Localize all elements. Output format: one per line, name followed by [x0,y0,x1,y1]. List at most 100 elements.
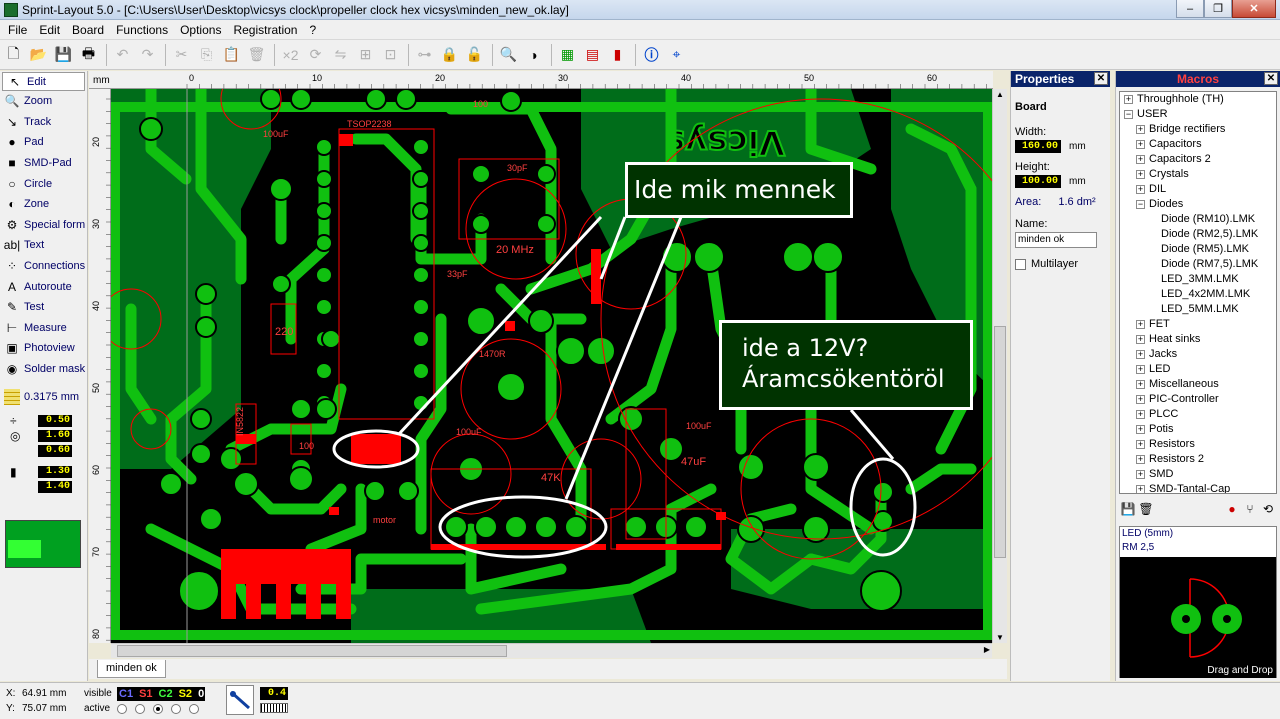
board-tab[interactable]: minden ok [97,660,166,678]
copy-icon[interactable]: ⎘ [195,43,218,66]
macro-tree-item[interactable]: − USER [1120,107,1276,122]
record-macro-icon[interactable]: ● [1223,500,1241,518]
print-icon[interactable]: 🖶 [77,43,100,66]
undo-icon[interactable]: ↶ [111,43,134,66]
macro-tree-item[interactable]: + LED [1120,362,1276,377]
expand-icon[interactable]: + [1136,380,1145,389]
expand-icon[interactable]: + [1136,485,1145,493]
crosshair-icon[interactable]: ⌖ [665,43,688,66]
macro-tree-item[interactable]: LED_5MM.LMK [1120,302,1276,317]
refresh-macro-icon[interactable]: ⟲ [1259,500,1277,518]
tool-text[interactable]: ab| Text [0,235,87,256]
tool-measure[interactable]: ⊢ Measure [0,318,87,339]
macro-tree-item[interactable]: + SMD-Tantal-Cap [1120,482,1276,493]
snap-icon[interactable] [226,685,254,715]
tool-track[interactable]: ↘ Track [0,112,87,133]
tool-edit[interactable]: ↖ Edit [2,72,85,91]
expand-icon[interactable]: + [1136,470,1145,479]
board-width-input[interactable]: 160.00 [1015,140,1061,153]
close-button[interactable]: ✕ [1232,0,1276,18]
expand-icon[interactable]: + [1136,170,1145,179]
macro-tree-item[interactable]: Diode (RM2,5).LMK [1120,227,1276,242]
macro-tree-item[interactable]: Diode (RM10).LMK [1120,212,1276,227]
new-file-icon[interactable]: 🗋 [2,43,25,66]
save-macro-icon[interactable]: 💾 [1119,500,1137,518]
tool-smd-pad[interactable]: ■ SMD-Pad [0,153,87,174]
tool-connections[interactable]: ⁘ Connections [0,256,87,277]
pcb-canvas[interactable]: Vicsys 100uF TSOP2238 100 30pF 20 MHz 33… [111,89,992,643]
board-name-input[interactable]: minden ok [1015,232,1097,248]
gerber-icon[interactable]: ▦ [556,43,579,66]
tool-test[interactable]: ✎ Test [0,297,87,318]
menu-options[interactable]: Options [174,23,227,37]
macro-tree-item[interactable]: + Heat sinks [1120,332,1276,347]
macro-tree-item[interactable]: + Miscellaneous [1120,377,1276,392]
expand-icon[interactable]: + [1136,350,1145,359]
grid-setting[interactable]: 0.3175 mm [0,387,87,407]
multilayer-checkbox[interactable] [1015,258,1026,270]
close-properties-icon[interactable]: ✕ [1094,72,1108,85]
group-icon[interactable]: ⊡ [379,43,402,66]
macro-tree-item[interactable]: + PIC-Controller [1120,392,1276,407]
collapse-icon[interactable]: − [1136,200,1145,209]
expand-icon[interactable]: + [1136,425,1145,434]
tool-zone[interactable]: ◐ Zone [0,194,87,215]
expand-icon[interactable]: + [1136,410,1145,419]
macro-tree-item[interactable]: + Potis [1120,422,1276,437]
macro-tree-item[interactable]: Diode (RM5).LMK [1120,242,1276,257]
layer-color-preview[interactable] [5,520,81,568]
duplicate-icon[interactable]: ×2 [279,43,302,66]
macro-tree-item[interactable]: + Capacitors 2 [1120,152,1276,167]
macro-tree-item[interactable]: + Throughhole (TH) [1120,92,1276,107]
active-radio-o[interactable] [189,704,199,714]
connect-icon[interactable]: ⊶ [413,43,436,66]
macro-tree-item[interactable]: + PLCC [1120,407,1276,422]
macro-tree-item[interactable]: − Diodes [1120,197,1276,212]
drc-icon[interactable]: ▤ [581,43,604,66]
vertical-scroll-thumb[interactable] [994,326,1006,558]
tool-zoom[interactable]: 🔍 Zoom [0,91,87,112]
active-radio-s2[interactable] [171,704,181,714]
macro-tree-item[interactable]: + Bridge rectifiers [1120,122,1276,137]
layer-c2[interactable]: C2 [159,688,173,700]
menu-registration[interactable]: Registration [227,23,303,37]
smd-height-value[interactable]: 1.40 [38,480,72,493]
drill-icon[interactable]: ▮ [606,43,629,66]
expand-icon[interactable]: + [1136,455,1145,464]
delete-macro-icon[interactable]: 🗑 [1137,500,1155,518]
macro-tree-item[interactable]: + Crystals [1120,167,1276,182]
active-radio-c1[interactable] [117,704,127,714]
expand-icon[interactable]: + [1136,365,1145,374]
menu-functions[interactable]: Functions [110,23,174,37]
cut-icon[interactable]: ✂ [170,43,193,66]
scroll-down-icon[interactable]: ▼ [996,633,1004,642]
expand-icon[interactable]: + [1136,155,1145,164]
layer-o[interactable]: 0 [198,688,204,700]
paste-icon[interactable]: 📋 [220,43,243,66]
info-icon[interactable]: ⓘ [640,43,663,66]
collapse-icon[interactable]: − [1124,110,1133,119]
expand-icon[interactable]: + [1136,140,1145,149]
macro-tree-item[interactable]: + SMD [1120,467,1276,482]
menu-edit[interactable]: Edit [33,23,66,37]
tool-photoview[interactable]: ▣ Photoview [0,338,87,359]
close-macros-icon[interactable]: ✕ [1264,72,1278,85]
vertical-scrollbar[interactable]: ▲ ▼ [992,89,1007,643]
multilayer-row[interactable]: Multilayer [1011,258,1110,270]
menu-help[interactable]: ? [303,23,322,37]
menu-board[interactable]: Board [66,23,110,37]
macro-tree-item[interactable]: Diode (RM7,5).LMK [1120,257,1276,272]
minimize-button[interactable]: – [1176,0,1204,18]
expand-icon[interactable]: + [1136,440,1145,449]
track-width-value[interactable]: 0.50 [38,414,72,427]
expand-icon[interactable]: + [1136,185,1145,194]
tool-circle[interactable]: ○ Circle [0,173,87,194]
horizontal-scrollbar[interactable]: ▶ [111,643,992,658]
layer-s1[interactable]: S1 [139,688,152,700]
expand-icon[interactable]: + [1136,125,1145,134]
macro-tree-item[interactable]: LED_4x2MM.LMK [1120,287,1276,302]
align-icon[interactable]: ⊞ [354,43,377,66]
macro-tree-item[interactable]: + Resistors [1120,437,1276,452]
mirror-icon[interactable]: ⇋ [329,43,352,66]
restore-button[interactable]: ❐ [1204,0,1232,18]
